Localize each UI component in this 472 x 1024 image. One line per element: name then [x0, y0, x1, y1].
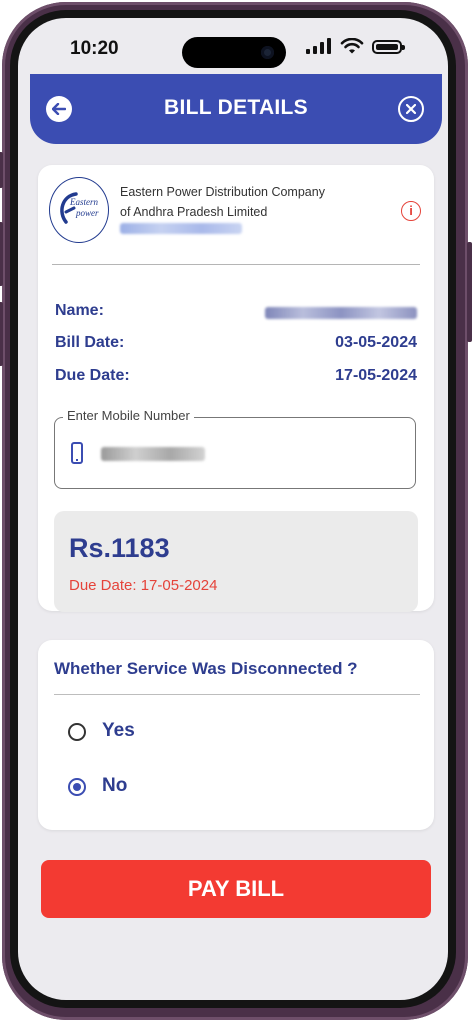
name-label: Name:	[55, 302, 104, 319]
wifi-icon	[340, 38, 364, 54]
service-number-redacted	[120, 223, 242, 234]
bill-date-value: 03-05-2024	[335, 334, 417, 351]
info-icon[interactable]: i	[401, 201, 421, 221]
due-date-value: 17-05-2024	[335, 367, 417, 384]
screen: 10:20 BILL DETAILS Eastern power Eastern…	[18, 18, 448, 1000]
mobile-number-field[interactable]: Enter Mobile Number	[54, 408, 416, 489]
bill-amount: Rs.1183	[69, 533, 170, 563]
option-no-label[interactable]: No	[102, 775, 127, 797]
radio-yes[interactable]	[68, 723, 86, 741]
bill-details-card: Eastern power Eastern Power Distribution…	[38, 165, 434, 612]
name-row: Name:	[55, 302, 417, 324]
camera-icon	[261, 46, 274, 59]
amount-summary: Rs.1183 Due Date: 17-05-2024	[54, 511, 418, 612]
pay-bill-button[interactable]: PAY BILL	[41, 860, 431, 918]
company-name: Eastern Power Distribution Company of An…	[120, 182, 370, 222]
disconnection-card: Whether Service Was Disconnected ? Yes N…	[38, 640, 434, 830]
close-icon	[406, 104, 416, 114]
logo-text-line1: Eastern	[70, 197, 98, 207]
radio-no[interactable]	[68, 778, 86, 796]
disconnection-question: Whether Service Was Disconnected ?	[54, 659, 358, 678]
eastern-power-logo: Eastern power	[49, 177, 109, 243]
volume-up-button	[0, 222, 3, 286]
signal-icon	[306, 38, 331, 54]
divider	[52, 264, 420, 265]
battery-icon	[372, 40, 405, 54]
app-header: BILL DETAILS	[30, 74, 442, 144]
divider	[54, 694, 420, 695]
power-button	[467, 242, 472, 342]
action-button	[0, 152, 3, 188]
due-date-row: Due Date: 17-05-2024	[55, 367, 417, 389]
company-name-line2: of Andhra Pradesh Limited	[120, 205, 268, 219]
close-button[interactable]	[398, 96, 424, 122]
volume-down-button	[0, 302, 3, 366]
option-yes-label[interactable]: Yes	[102, 720, 135, 742]
mobile-number-label: Enter Mobile Number	[63, 408, 194, 423]
bill-date-label: Bill Date:	[55, 334, 125, 351]
mobile-number-redacted[interactable]	[101, 447, 205, 461]
phone-icon	[71, 442, 83, 464]
status-icons	[306, 38, 418, 56]
bill-date-row: Bill Date: 03-05-2024	[55, 334, 417, 356]
page-title: BILL DETAILS	[164, 96, 308, 119]
status-time: 10:20	[70, 38, 119, 59]
logo-text-line2: power	[76, 208, 99, 218]
company-name-line1: Eastern Power Distribution Company	[120, 185, 325, 199]
status-bar: 10:20	[18, 18, 448, 74]
customer-name-redacted	[265, 307, 417, 319]
amount-due-date: Due Date: 17-05-2024	[69, 577, 218, 594]
due-date-label: Due Date:	[55, 367, 130, 384]
dynamic-island	[182, 37, 286, 68]
